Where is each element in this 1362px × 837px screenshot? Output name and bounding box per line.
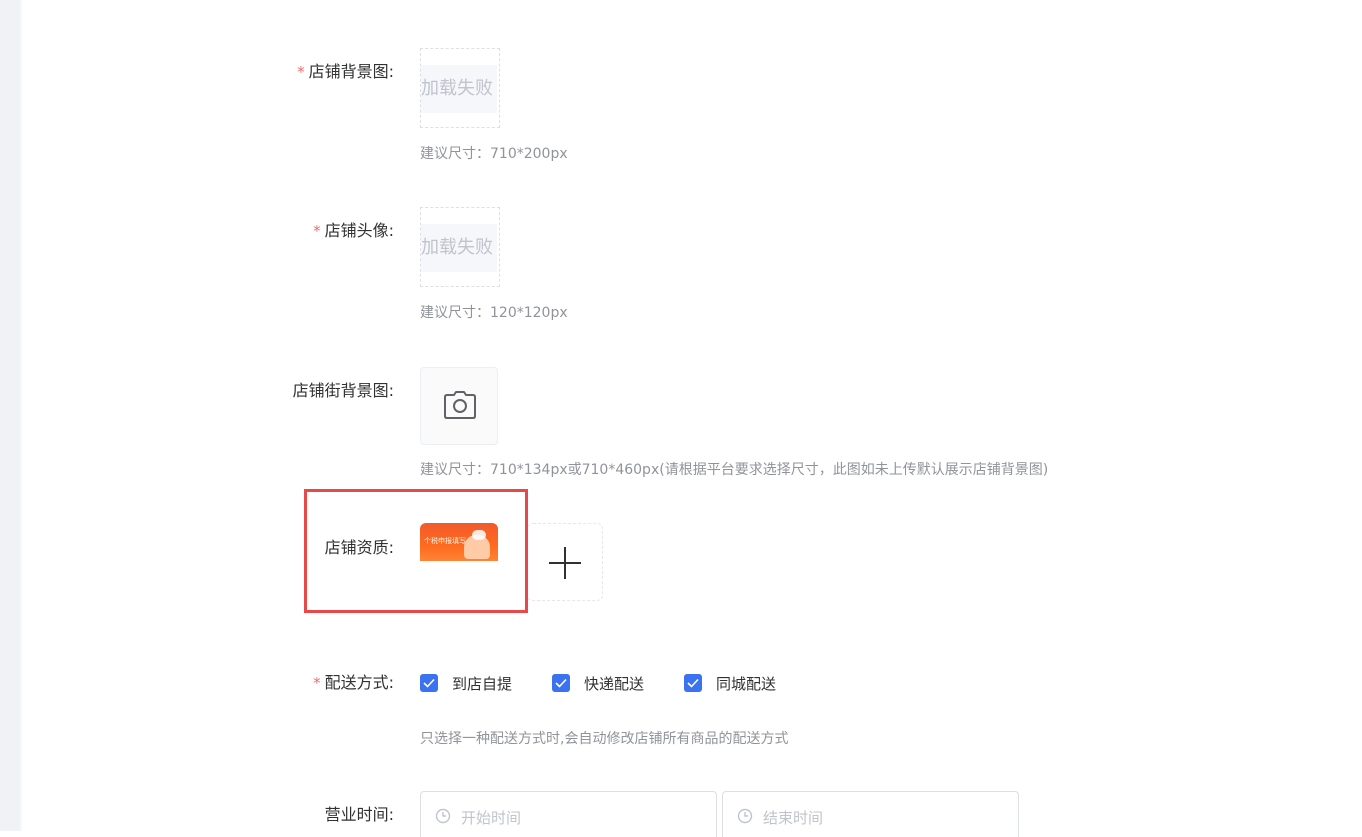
image-load-failed-text: 加载失败 [421,224,497,272]
clock-icon [435,808,451,828]
qualification-add-button[interactable] [527,523,603,601]
delivery-label: * 配送方式: [313,673,394,692]
business-hours-label: 营业时间: [324,805,394,824]
shop-background-label: * 店铺背景图: [297,62,394,81]
checkbox-checked-icon[interactable] [552,674,571,692]
street-background-label: 店铺街背景图: [292,381,394,400]
side-panel-edge [0,0,22,831]
checkbox-checked-icon[interactable] [684,674,703,692]
shop-avatar-label: * 店铺头像: [313,221,394,240]
qualification-thumbnail-text: 个税申报填写 [424,537,466,545]
required-mark: * [297,63,305,81]
checkbox-label: 快递配送 [584,674,645,693]
street-background-upload[interactable] [420,367,498,445]
delivery-option-same-city[interactable]: 同城配送 [684,673,776,694]
qualification-thumbnail[interactable]: 个税申报填写 [420,523,498,561]
shop-avatar-image[interactable]: 加载失败 [420,207,500,287]
required-mark: * [313,674,321,692]
start-time-placeholder: 开始时间 [461,809,522,827]
street-background-hint: 建议尺寸：710*134px或710*460px(请根据平台要求选择尺寸，此图如… [420,462,1049,478]
shop-avatar-hint: 建议尺寸：120*120px [420,305,568,321]
qualification-label: 店铺资质: [324,538,394,557]
delivery-checkbox-group: 到店自提 快递配送 同城配送 [420,673,816,693]
checkbox-label: 到店自提 [452,674,513,693]
camera-icon [444,391,476,423]
shop-background-image[interactable]: 加载失败 [420,48,500,128]
shop-background-hint: 建议尺寸：710*200px [420,146,568,162]
end-time-placeholder: 结束时间 [763,809,824,827]
delivery-option-self-pickup[interactable]: 到店自提 [420,673,512,694]
required-mark: * [313,222,321,240]
plus-icon [548,546,582,584]
checkbox-checked-icon[interactable] [420,674,438,692]
image-load-failed-text: 加载失败 [421,65,497,113]
clock-icon [737,808,753,828]
start-time-input[interactable]: 开始时间 [420,791,717,837]
thumbnail-illustration-bubble [472,530,486,540]
checkbox-label: 同城配送 [716,674,777,693]
delivery-option-express[interactable]: 快递配送 [552,673,644,694]
delivery-hint: 只选择一种配送方式时,会自动修改店铺所有商品的配送方式 [420,731,789,747]
end-time-input[interactable]: 结束时间 [722,791,1019,837]
